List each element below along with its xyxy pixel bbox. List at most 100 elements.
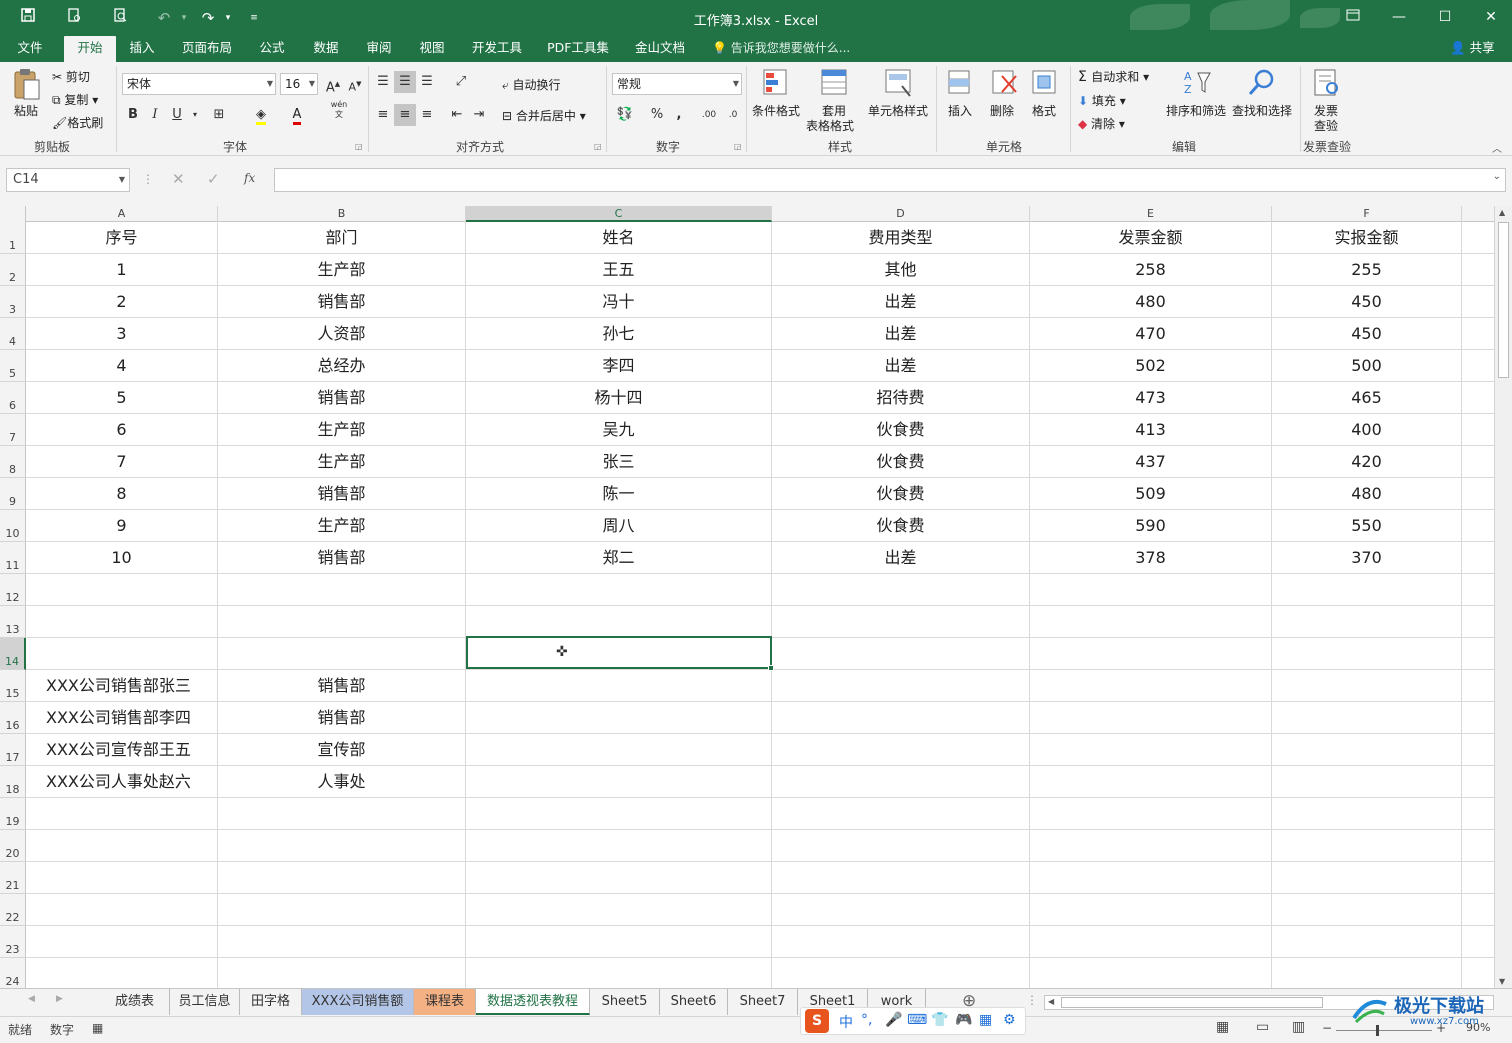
italic-button[interactable]: I <box>144 104 166 126</box>
cell-b1[interactable]: 部门 <box>218 222 466 254</box>
cell-overflow[interactable] <box>1462 478 1494 510</box>
row-header[interactable]: 2 <box>0 254 26 286</box>
shirt-icon[interactable]: 👕 <box>931 1012 948 1028</box>
cell-e12[interactable] <box>1030 574 1272 606</box>
cell-c6[interactable]: 杨十四 <box>466 382 772 414</box>
cell-b8[interactable]: 生产部 <box>218 446 466 478</box>
cell-e8[interactable]: 437 <box>1030 446 1272 478</box>
sheet-tab[interactable]: 数据透视表教程 <box>476 989 590 1015</box>
increase-indent-icon[interactable]: ⇥ <box>468 104 490 126</box>
cell-overflow[interactable] <box>1462 894 1494 926</box>
tab-home[interactable]: 开始 <box>64 36 116 62</box>
row-header[interactable]: 5 <box>0 350 26 382</box>
cell-f22[interactable] <box>1272 894 1462 926</box>
dialog-launcher-icon[interactable]: ◲ <box>594 142 602 151</box>
cell-f9[interactable]: 480 <box>1272 478 1462 510</box>
settings-icon[interactable]: ⚙ <box>1003 1012 1016 1028</box>
cell-f1[interactable]: 实报金额 <box>1272 222 1462 254</box>
cell-e23[interactable] <box>1030 926 1272 958</box>
column-header-b[interactable]: B <box>218 206 466 222</box>
cell-overflow[interactable] <box>1462 574 1494 606</box>
cell-d6[interactable]: 招待费 <box>772 382 1030 414</box>
row-header[interactable]: 13 <box>0 606 26 638</box>
phonetic-icon[interactable]: wén 文 <box>328 100 350 122</box>
cell-overflow[interactable] <box>1462 702 1494 734</box>
percent-button[interactable]: % <box>646 104 668 126</box>
cell-b17[interactable]: 宣传部 <box>218 734 466 766</box>
font-name-select[interactable]: 宋体 ▼ <box>122 73 276 95</box>
row-header[interactable]: 20 <box>0 830 26 862</box>
cell-c11[interactable]: 郑二 <box>466 542 772 574</box>
cell-a6[interactable]: 5 <box>26 382 218 414</box>
comma-button[interactable]: , <box>668 104 690 126</box>
cell-d7[interactable]: 伙食费 <box>772 414 1030 446</box>
align-bottom-icon[interactable]: ☰ <box>416 71 438 93</box>
cell-b24[interactable] <box>218 958 466 988</box>
fill-handle[interactable] <box>768 665 774 671</box>
game-icon[interactable]: 🎮 <box>955 1012 972 1028</box>
format-painter-button[interactable]: 🖌格式刷 <box>52 114 103 131</box>
paste-button[interactable]: 粘贴 <box>14 102 38 119</box>
cell-a13[interactable] <box>26 606 218 638</box>
cell-d1[interactable]: 费用类型 <box>772 222 1030 254</box>
cell-c23[interactable] <box>466 926 772 958</box>
cell-f17[interactable] <box>1272 734 1462 766</box>
row-header[interactable]: 9 <box>0 478 26 510</box>
cell-f8[interactable]: 420 <box>1272 446 1462 478</box>
cell-a8[interactable]: 7 <box>26 446 218 478</box>
font-size-select[interactable]: 16 ▼ <box>280 73 318 95</box>
cell-a9[interactable]: 8 <box>26 478 218 510</box>
cell-overflow[interactable] <box>1462 766 1494 798</box>
format-table-icon[interactable] <box>820 68 850 101</box>
sort-filter-button[interactable]: 排序和筛选 <box>1166 102 1226 119</box>
row-header[interactable]: 24 <box>0 958 26 988</box>
scroll-left-icon[interactable]: ◀ <box>1048 997 1054 1006</box>
cell-f19[interactable] <box>1272 798 1462 830</box>
cell-styles-icon[interactable] <box>884 68 914 101</box>
cell-d4[interactable]: 出差 <box>772 318 1030 350</box>
cell-b9[interactable]: 销售部 <box>218 478 466 510</box>
select-all-corner[interactable] <box>0 206 26 222</box>
cell-a5[interactable]: 4 <box>26 350 218 382</box>
row-header[interactable]: 6 <box>0 382 26 414</box>
cell-c17[interactable] <box>466 734 772 766</box>
sheet-tab[interactable]: Sheet5 <box>590 989 660 1015</box>
find-select-icon[interactable] <box>1246 68 1276 101</box>
cell-d5[interactable]: 出差 <box>772 350 1030 382</box>
tab-pdf-tools[interactable]: PDF工具集 <box>540 36 616 62</box>
cell-e24[interactable] <box>1030 958 1272 988</box>
cell-b6[interactable]: 销售部 <box>218 382 466 414</box>
cell-a7[interactable]: 6 <box>26 414 218 446</box>
sheet-tab[interactable]: 成绩表 <box>100 989 170 1015</box>
cell-d11[interactable]: 出差 <box>772 542 1030 574</box>
tab-view[interactable]: 视图 <box>410 36 454 62</box>
expand-formula-icon[interactable]: ⌄ <box>1493 171 1501 182</box>
chevron-down-icon[interactable]: ▾ <box>184 104 206 126</box>
currency-icon[interactable]: 💱 <box>614 104 636 126</box>
number-format-select[interactable]: 常规 ▼ <box>612 73 742 95</box>
cell-d9[interactable]: 伙食费 <box>772 478 1030 510</box>
cell-e15[interactable] <box>1030 670 1272 702</box>
cell-b2[interactable]: 生产部 <box>218 254 466 286</box>
cell-f6[interactable]: 465 <box>1272 382 1462 414</box>
name-box[interactable]: C14 ▼ <box>6 168 130 192</box>
row-header[interactable]: 7 <box>0 414 26 446</box>
cell-a11[interactable]: 10 <box>26 542 218 574</box>
cell-f10[interactable]: 550 <box>1272 510 1462 542</box>
tab-developer[interactable]: 开发工具 <box>464 36 530 62</box>
cell-f18[interactable] <box>1272 766 1462 798</box>
align-middle-icon[interactable]: ☰ <box>394 71 416 93</box>
cell-f14[interactable] <box>1272 638 1462 670</box>
cell-f16[interactable] <box>1272 702 1462 734</box>
cell-b14[interactable] <box>218 638 466 670</box>
align-top-icon[interactable]: ☰ <box>372 71 394 93</box>
merge-center-button[interactable]: ⊟ 合并后居中 ▾ <box>502 107 586 124</box>
cell-d24[interactable] <box>772 958 1030 988</box>
cell-a19[interactable] <box>26 798 218 830</box>
decrease-indent-icon[interactable]: ⇤ <box>446 104 468 126</box>
cell-a24[interactable] <box>26 958 218 988</box>
zoom-out-icon[interactable]: − <box>1322 1021 1332 1035</box>
row-header[interactable]: 11 <box>0 542 26 574</box>
cell-f11[interactable]: 370 <box>1272 542 1462 574</box>
cell-b3[interactable]: 销售部 <box>218 286 466 318</box>
